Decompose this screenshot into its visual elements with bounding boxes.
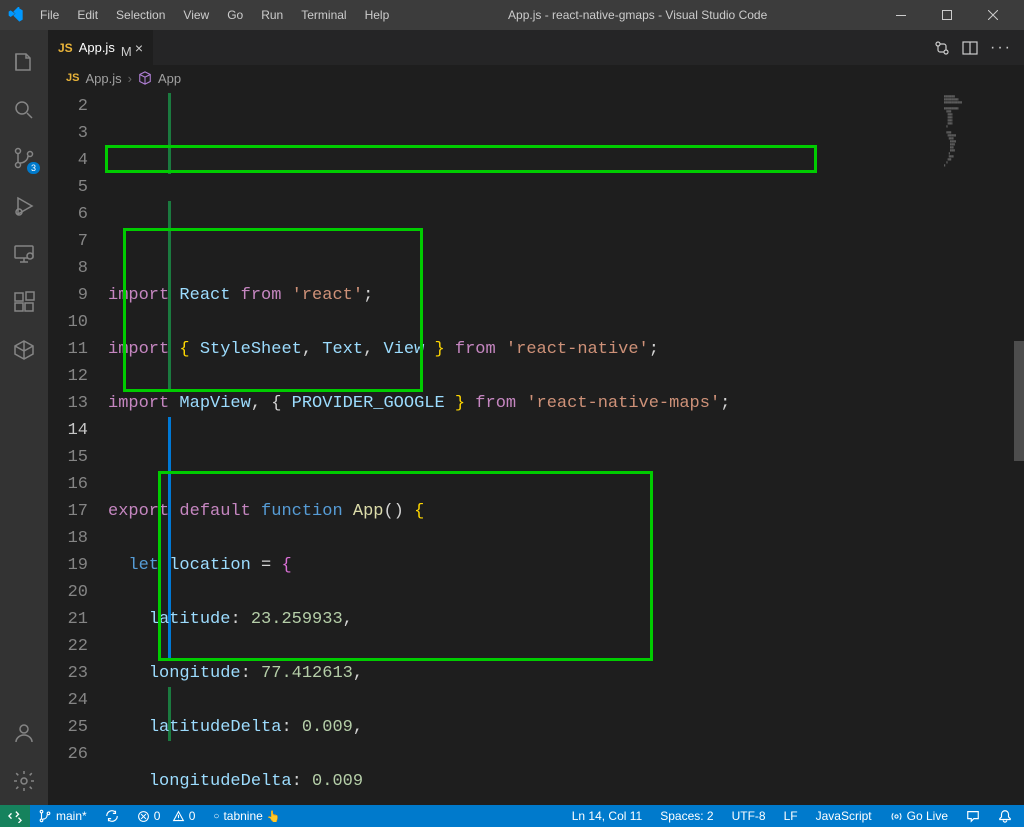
split-editor-icon[interactable] [962,40,978,56]
menu-run[interactable]: Run [253,4,291,26]
editor-area: JS App.js M × ··· JS App.js › App 234567… [48,30,1024,805]
eol[interactable]: LF [780,809,802,823]
menu-file[interactable]: File [32,4,67,26]
vertical-scrollbar[interactable] [1010,91,1024,805]
go-live-button[interactable]: Go Live [886,809,952,823]
tab-close-icon[interactable]: × [135,40,143,56]
minimap[interactable]: ████████████████████████████████████████… [940,91,1010,805]
notifications-icon[interactable] [994,809,1016,823]
compare-changes-icon[interactable] [934,40,950,56]
git-branch[interactable]: main* [34,809,91,823]
cube-icon [138,71,152,85]
source-control-icon[interactable]: 3 [0,134,48,182]
settings-gear-icon[interactable] [0,757,48,805]
menu-edit[interactable]: Edit [69,4,106,26]
tab-app-js[interactable]: JS App.js M × [48,30,154,65]
menu-help[interactable]: Help [357,4,398,26]
code-content[interactable]: import React from 'react'; import { Styl… [108,91,1024,805]
window-controls [878,0,1016,30]
breadcrumb[interactable]: JS App.js › App [48,65,1024,91]
explorer-icon[interactable] [0,38,48,86]
menu-selection[interactable]: Selection [108,4,173,26]
annotation-box [105,145,817,173]
feedback-icon[interactable] [962,809,984,823]
indentation[interactable]: Spaces: 2 [656,809,717,823]
tabs-bar: JS App.js M × ··· [48,30,1024,65]
remote-button[interactable] [0,805,30,827]
js-file-icon: JS [58,41,73,55]
more-actions-icon[interactable]: ··· [990,39,1012,57]
breadcrumb-file[interactable]: App.js [85,71,121,86]
language-mode[interactable]: JavaScript [812,809,876,823]
cursor-position[interactable]: Ln 14, Col 11 [568,809,647,823]
tab-modified-indicator: M [121,44,129,52]
problems-button[interactable]: 0 0 [133,809,200,823]
encoding[interactable]: UTF-8 [728,809,770,823]
title-bar: File Edit Selection View Go Run Terminal… [0,0,1024,30]
menu-bar: File Edit Selection View Go Run Terminal… [32,4,397,26]
activity-bar: 3 [0,30,48,805]
vscode-icon [8,7,24,23]
window-title: App.js - react-native-gmaps - Visual Stu… [397,8,878,22]
tabnine-status[interactable]: ○ tabnine 👆 [209,809,284,823]
scm-badge: 3 [27,162,40,174]
code-editor[interactable]: 2345678910111213141516171819202122232425… [48,91,1024,805]
sync-button[interactable] [101,809,123,823]
docker-icon[interactable] [0,326,48,374]
menu-go[interactable]: Go [219,4,251,26]
menu-terminal[interactable]: Terminal [293,4,354,26]
remote-explorer-icon[interactable] [0,230,48,278]
line-number-gutter: 2345678910111213141516171819202122232425… [48,91,108,805]
accounts-icon[interactable] [0,709,48,757]
extensions-icon[interactable] [0,278,48,326]
minimize-button[interactable] [878,0,924,30]
breadcrumb-symbol[interactable]: App [158,71,181,86]
menu-view[interactable]: View [175,4,217,26]
search-icon[interactable] [0,86,48,134]
run-debug-icon[interactable] [0,182,48,230]
chevron-right-icon: › [128,71,132,86]
maximize-button[interactable] [924,0,970,30]
tab-filename: App.js [79,40,115,55]
close-button[interactable] [970,0,1016,30]
js-file-icon: JS [66,72,79,84]
status-bar: main* 0 0 ○ tabnine 👆 Ln 14, Col 11 Spac… [0,805,1024,827]
